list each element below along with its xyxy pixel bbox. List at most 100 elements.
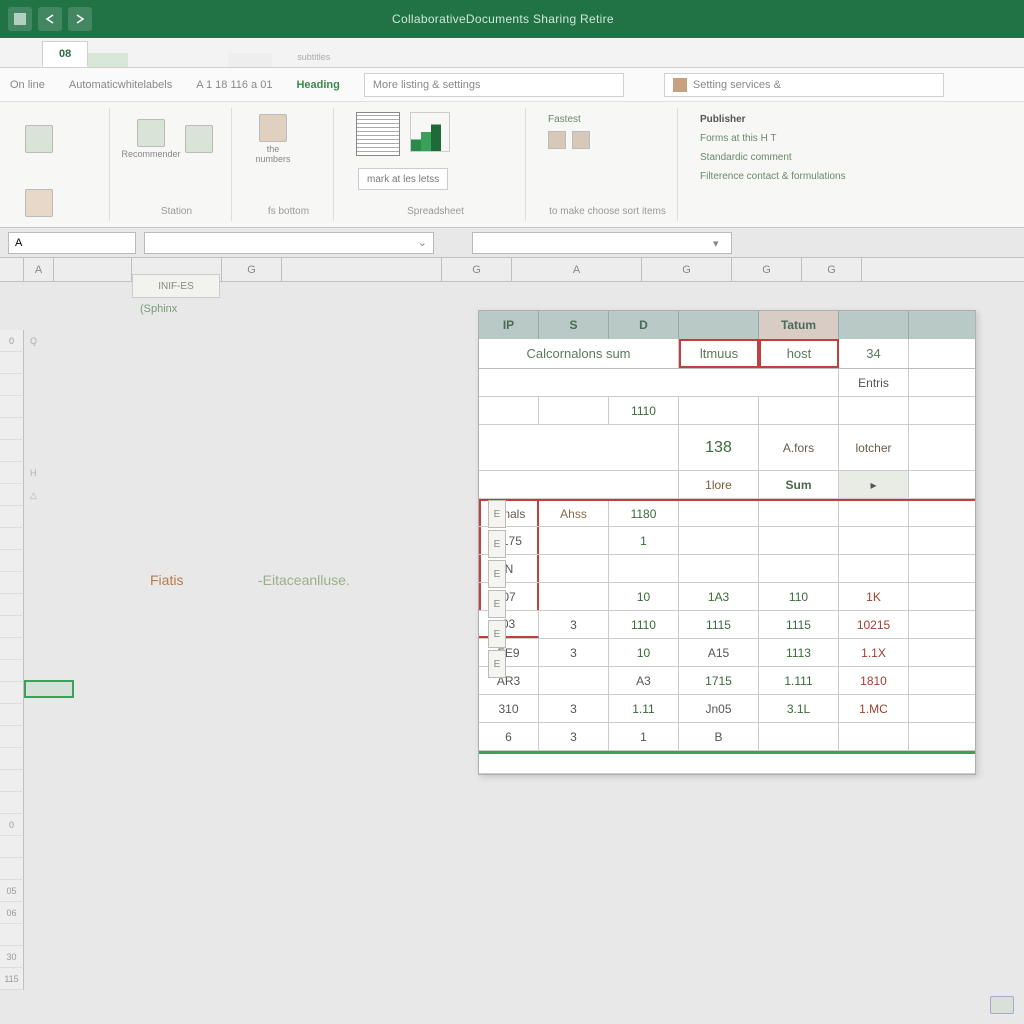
cell[interactable]: 3 [539, 639, 609, 666]
cell[interactable]: A3 [609, 667, 679, 694]
cell[interactable] [839, 723, 909, 750]
cell[interactable]: Jn05 [679, 695, 759, 722]
tab-2[interactable] [88, 53, 128, 67]
sheet-tab-active[interactable]: INIF-ES [132, 274, 220, 298]
row-header[interactable] [0, 638, 24, 660]
row-header[interactable] [0, 572, 24, 594]
cell[interactable] [759, 527, 839, 554]
cell[interactable]: Ahss [539, 501, 609, 526]
row-header[interactable]: 0 [0, 814, 24, 836]
row-header[interactable]: 115 [0, 968, 24, 990]
row-header[interactable] [0, 462, 24, 484]
cell[interactable]: 3 [539, 611, 609, 638]
row-header[interactable] [0, 726, 24, 748]
cell[interactable]: 1180 [609, 501, 679, 526]
panel-mid-b[interactable]: A.fors [759, 425, 839, 470]
row-header[interactable] [0, 616, 24, 638]
panel-title-2[interactable]: ltmuus [679, 339, 759, 368]
row-header[interactable] [0, 550, 24, 572]
cell[interactable]: 1A3 [679, 583, 759, 610]
panel-mid-c[interactable]: lotcher [839, 425, 909, 470]
cell[interactable] [539, 527, 609, 554]
clipboard-button[interactable] [20, 176, 58, 230]
formula-input-1[interactable] [144, 232, 434, 254]
col-header-B[interactable] [54, 258, 132, 281]
row-header[interactable] [0, 836, 24, 858]
sort-desc-icon[interactable] [572, 131, 590, 149]
panel-mid-a[interactable]: 138 [679, 425, 759, 470]
cell[interactable]: 3.1L [759, 695, 839, 722]
panel-col-3[interactable]: D [609, 311, 679, 339]
row-header[interactable] [0, 682, 24, 704]
cell[interactable]: 1.11 [609, 695, 679, 722]
col-header-E[interactable] [282, 258, 442, 281]
col-header-F[interactable]: G [442, 258, 512, 281]
name-box[interactable]: A [8, 232, 136, 254]
status-bar-icon[interactable] [990, 996, 1014, 1014]
number-format-button[interactable]: the numbers [254, 112, 292, 166]
cell[interactable]: 10215 [839, 611, 909, 638]
cell[interactable]: 1.1X [839, 639, 909, 666]
col-header-D[interactable]: G [222, 258, 282, 281]
cell[interactable] [679, 555, 759, 582]
sort-link-1[interactable]: Fastest [548, 114, 667, 125]
qa-undo-icon[interactable] [38, 7, 62, 31]
row-header[interactable] [0, 792, 24, 814]
row-header[interactable] [0, 924, 24, 946]
col-header-I[interactable]: G [732, 258, 802, 281]
panel-title-3[interactable]: host [759, 339, 839, 368]
row-header[interactable] [0, 770, 24, 792]
cell[interactable] [839, 501, 909, 526]
row-header[interactable] [0, 528, 24, 550]
row-label[interactable]: 310 [479, 695, 539, 722]
publish-link-2[interactable]: Standardic comment [700, 152, 860, 163]
row-header[interactable]: 30 [0, 946, 24, 968]
cell[interactable]: 1115 [679, 611, 759, 638]
cell[interactable]: A15 [679, 639, 759, 666]
row-header[interactable] [0, 506, 24, 528]
col-header-A[interactable]: A [24, 258, 54, 281]
row-header[interactable] [0, 858, 24, 880]
row-header[interactable] [0, 352, 24, 374]
cell[interactable] [679, 527, 759, 554]
row-header[interactable] [0, 374, 24, 396]
cell[interactable]: 110 [759, 583, 839, 610]
table-style-button[interactable] [356, 112, 400, 156]
cell[interactable] [839, 555, 909, 582]
row-header[interactable] [0, 396, 24, 418]
cell[interactable]: 10 [609, 583, 679, 610]
col-header-J[interactable]: G [802, 258, 862, 281]
cell[interactable]: 1115 [759, 611, 839, 638]
row-header[interactable] [0, 704, 24, 726]
cell[interactable]: 3 [539, 723, 609, 750]
tab-3[interactable] [128, 53, 168, 67]
cell[interactable]: B [679, 723, 759, 750]
cell[interactable]: 10 [609, 639, 679, 666]
row-header[interactable] [0, 660, 24, 682]
cell[interactable] [539, 583, 609, 610]
cell[interactable] [839, 527, 909, 554]
select-all-corner[interactable] [0, 258, 24, 281]
search-input-1[interactable]: More listing & settings [364, 73, 624, 97]
publish-link-1[interactable]: Forms at this H T [700, 133, 860, 144]
cell[interactable]: 1 [609, 527, 679, 554]
tab-active[interactable]: 08 [42, 41, 88, 67]
cell[interactable]: 1810 [839, 667, 909, 694]
row-header[interactable] [0, 440, 24, 462]
format-button-2[interactable] [180, 112, 218, 166]
row-label[interactable]: 6 [479, 723, 539, 750]
sort-asc-icon[interactable] [548, 131, 566, 149]
tab-4[interactable] [168, 53, 228, 67]
cell[interactable]: 1113 [759, 639, 839, 666]
cell[interactable]: 1 [609, 723, 679, 750]
panel-col-6[interactable] [839, 311, 909, 339]
qa-redo-icon[interactable] [68, 7, 92, 31]
paste-button[interactable] [20, 112, 58, 166]
panel-cell-110[interactable]: 1110 [609, 397, 679, 424]
row-header[interactable]: 06 [0, 902, 24, 924]
cell[interactable]: 1715 [679, 667, 759, 694]
row-header[interactable] [0, 484, 24, 506]
cell[interactable] [679, 501, 759, 526]
chevron-down-icon[interactable] [713, 237, 725, 249]
table-action-button[interactable]: mark at les letss [358, 168, 448, 190]
